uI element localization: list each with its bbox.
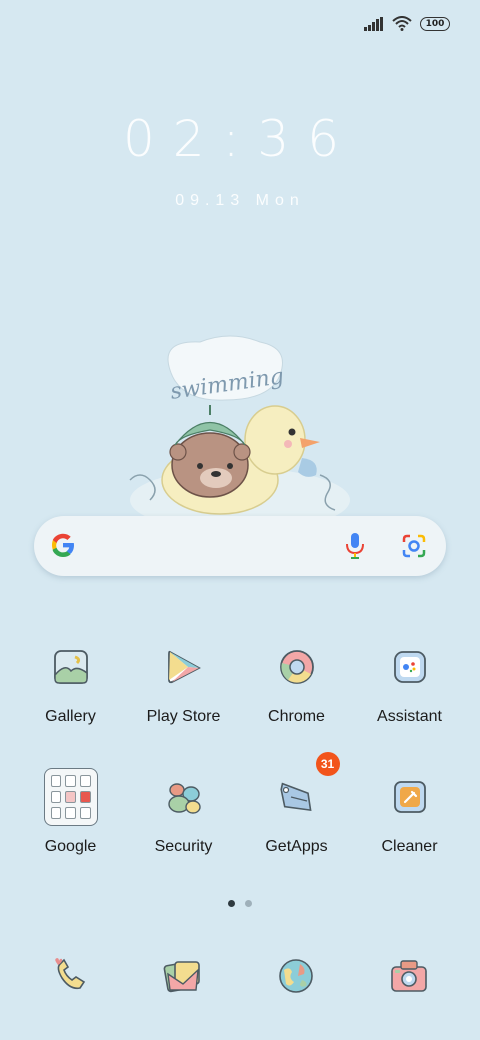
app-label: Security xyxy=(154,838,213,855)
swimming-bear-illustration: swimming xyxy=(129,335,350,532)
signal-icon xyxy=(364,16,383,31)
google-folder-icon xyxy=(43,768,98,826)
page-indicator xyxy=(0,900,480,907)
app-label: Cleaner xyxy=(381,838,438,855)
camera-icon[interactable] xyxy=(389,956,429,996)
app-play-store[interactable]: Play Store xyxy=(127,640,240,726)
wifi-icon xyxy=(392,16,412,31)
clock-date[interactable]: 09.13 Mon xyxy=(0,192,480,210)
security-icon xyxy=(157,770,211,824)
app-label: Chrome xyxy=(268,708,325,725)
app-gallery[interactable]: Gallery xyxy=(14,640,127,726)
app-label: Google xyxy=(44,838,97,855)
microphone-icon[interactable] xyxy=(344,532,366,560)
status-bar: 100 xyxy=(364,16,450,31)
phone-icon[interactable] xyxy=(50,956,90,996)
app-google-folder[interactable]: Google xyxy=(14,768,127,856)
clock-time[interactable]: 02:36 xyxy=(0,110,480,168)
app-label: Gallery xyxy=(45,708,96,725)
google-g-icon xyxy=(52,533,74,557)
play-store-icon xyxy=(157,640,211,694)
notification-badge: 31 xyxy=(315,752,340,776)
google-lens-icon[interactable] xyxy=(400,532,428,560)
page-dot-2[interactable] xyxy=(245,900,252,907)
app-cleaner[interactable]: Cleaner xyxy=(353,770,466,856)
app-assistant[interactable]: Assistant xyxy=(353,640,466,726)
cleaner-icon xyxy=(383,770,437,824)
app-label: Play Store xyxy=(146,708,221,725)
app-security[interactable]: Security xyxy=(127,770,240,856)
app-label: GetApps xyxy=(265,838,328,855)
page-dot-1[interactable] xyxy=(228,900,235,907)
app-chrome[interactable]: Chrome xyxy=(240,640,353,726)
messages-icon[interactable] xyxy=(163,956,203,996)
app-label: Assistant xyxy=(377,708,442,725)
battery-indicator: 100 xyxy=(420,16,450,31)
chrome-icon xyxy=(270,640,324,694)
app-getapps[interactable]: 31 GetApps xyxy=(240,752,353,856)
getapps-icon: 31 xyxy=(270,752,340,824)
assistant-icon xyxy=(383,640,437,694)
gallery-icon xyxy=(44,640,98,694)
browser-icon[interactable] xyxy=(276,956,316,996)
google-search-bar[interactable] xyxy=(34,516,446,576)
